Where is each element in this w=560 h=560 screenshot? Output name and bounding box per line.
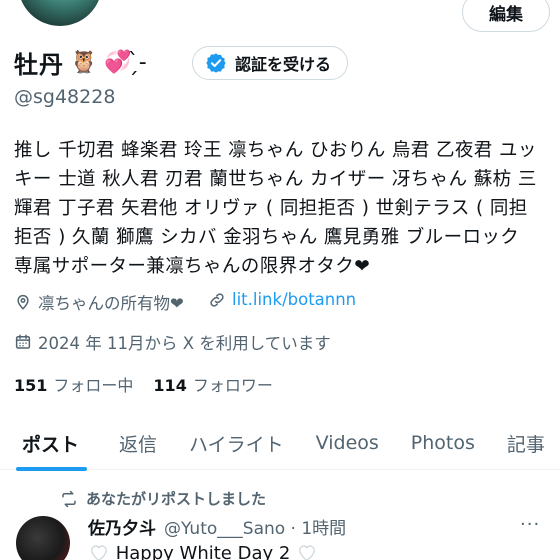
bio-line: 推し 千切君 蜂楽君 玲王 凛ちゃん ひおりん 烏君 乙夜君 ユッ <box>14 140 537 161</box>
white-heart-icon <box>299 545 316 560</box>
tab-posts[interactable]: ポスト <box>0 416 103 471</box>
following-count: 151 <box>14 376 48 395</box>
followers-count: 114 <box>153 376 187 395</box>
joined-text: 2024 年 11月から X を利用しています <box>38 334 331 353</box>
link-text[interactable]: lit.link/botannn <box>232 290 356 309</box>
location-text: 凛ちゃんの所有物❤ <box>38 294 184 313</box>
repost-icon <box>62 490 76 507</box>
repost-label: あなたがリポストしました <box>86 490 267 508</box>
tab-replies[interactable]: 返信 <box>103 416 173 470</box>
get-verified-label: 認証を受ける <box>235 55 332 74</box>
profile-handle: @sg48228 <box>14 86 116 108</box>
post-author-meta: @Yuto___Sano · 1時間 <box>164 519 347 539</box>
calendar-icon <box>15 334 31 349</box>
post-author-avatar[interactable] <box>16 516 70 560</box>
get-verified-button[interactable]: 認証を受ける <box>192 46 349 80</box>
tab-highlights[interactable]: ハイライト <box>173 416 300 470</box>
profile-joined: 2024 年 11月から X を利用しています <box>14 330 331 354</box>
post-text-row: Happy White Day 2 <box>88 542 318 560</box>
bio-line: 拒否 ) 久蘭 獅鷹 シカバ 金羽ちゃん 鷹見勇雅 ブルーロック <box>14 227 520 248</box>
post-text: Happy White Day 2 <box>115 543 291 560</box>
bio-line: 専属サポーター兼凛ちゃんの限界オタク❤ <box>14 256 371 277</box>
follow-stats: 151 フォロー中 114 フォロワー <box>14 372 273 396</box>
name-emojis: 🦉 💞 ̗̀- <box>70 49 147 75</box>
display-name: 牡丹 <box>14 50 64 79</box>
tab-videos[interactable]: Videos <box>300 416 395 470</box>
verified-badge-icon <box>206 53 226 73</box>
more-icon[interactable]: ··· <box>520 514 540 535</box>
followers-label: フォロワー <box>192 376 273 395</box>
repost-indicator: あなたがリポストしました <box>60 488 266 509</box>
profile-tabs: ポスト 返信 ハイライト Videos Photos 記事 <box>0 416 560 471</box>
profile-bio: 推し 千切君 蜂楽君 玲王 凛ちゃん ひおりん 烏君 乙夜君 ユッ キー 士道 … <box>14 136 550 281</box>
followers-link[interactable]: 114 フォロワー <box>153 372 272 396</box>
tab-articles[interactable]: 記事 <box>491 416 560 470</box>
edit-profile-button[interactable]: 編集 <box>462 0 550 32</box>
location-icon <box>17 294 29 310</box>
tab-photos[interactable]: Photos <box>395 416 491 470</box>
bio-line: 輝君 丁子君 矢君他 オリヴァ ( 同担拒否 ) 世剣テラス ( 同担 <box>14 198 528 219</box>
link-icon <box>210 292 224 307</box>
following-label: フォロー中 <box>53 376 134 395</box>
post-author-name[interactable]: 佐乃夕斗 <box>88 514 156 539</box>
post-header: 佐乃夕斗 @Yuto___Sano · 1時間 <box>88 514 346 539</box>
bio-line: キー 士道 秋人君 刃君 蘭世ちゃん カイザー 冴ちゃん 蘇枋 三 <box>14 169 537 190</box>
profile-location: 凛ちゃんの所有物❤ <box>14 290 184 314</box>
following-link[interactable]: 151 フォロー中 <box>14 372 133 396</box>
profile-link[interactable]: lit.link/botannn <box>208 290 356 309</box>
name-row: 牡丹 🦉 💞 ̗̀- <box>14 44 147 80</box>
white-heart-icon <box>91 545 107 560</box>
profile-avatar[interactable] <box>14 0 106 30</box>
